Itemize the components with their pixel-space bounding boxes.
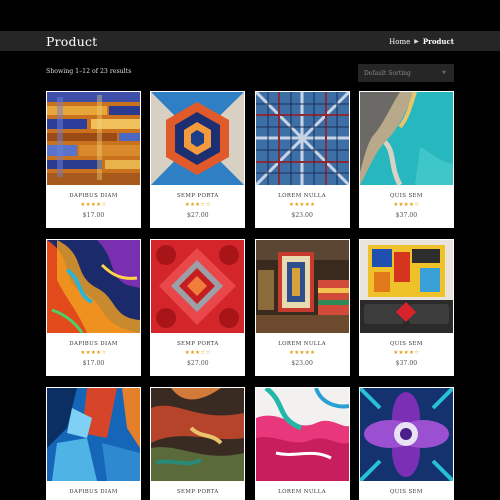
- product-image[interactable]: [255, 388, 349, 481]
- product-card[interactable]: LOREM NULLA ★★★★★ $23.00: [254, 91, 350, 228]
- product-name[interactable]: DAPIBUS DIAM: [46, 193, 141, 199]
- product-image[interactable]: [255, 92, 349, 185]
- product-card[interactable]: DAPIBUS DIAM ★★★★☆ $17.00: [46, 91, 141, 228]
- sort-select-value: Default Sorting: [364, 69, 411, 77]
- product-name[interactable]: DAPIBUS DIAM: [46, 341, 141, 347]
- sort-select[interactable]: Default Sorting ▼: [358, 64, 454, 82]
- product-name[interactable]: SEMP PORTA: [150, 193, 245, 199]
- product-price: $23.00: [291, 212, 313, 219]
- product-price: $27.00: [186, 360, 209, 367]
- product-price: $37.00: [395, 360, 418, 367]
- star-rating-icon: ★★★★★: [289, 202, 316, 208]
- product-card[interactable]: SEMP PORTA ★★★☆☆ $27.00: [150, 91, 246, 228]
- product-image[interactable]: [255, 240, 349, 333]
- star-rating-icon: ★★★★☆: [80, 202, 107, 208]
- breadcrumb: Home ▶ Product: [389, 37, 454, 46]
- star-rating-icon: ★★★★★: [289, 350, 316, 356]
- product-image[interactable]: [47, 388, 140, 481]
- product-image[interactable]: [47, 92, 140, 185]
- product-image[interactable]: [359, 240, 453, 333]
- product-price: $17.00: [82, 212, 105, 219]
- product-name[interactable]: SEMP PORTA: [150, 489, 245, 495]
- product-card[interactable]: SEMP PORTA ★★★☆☆ $27.00: [150, 239, 246, 376]
- product-image[interactable]: [359, 92, 453, 185]
- star-rating-icon: ★★★☆☆: [184, 350, 211, 356]
- chevron-down-icon: ▼: [442, 70, 446, 76]
- product-card[interactable]: DAPIBUS DIAM: [46, 387, 141, 500]
- product-card[interactable]: QUIS SEM ★★★★☆ $37.00: [358, 91, 454, 228]
- product-grid: DAPIBUS DIAM ★★★★☆ $17.00 SEMP PORTA ★★★…: [46, 91, 454, 500]
- product-name[interactable]: QUIS SEM: [359, 341, 454, 347]
- product-card[interactable]: LOREM NULLA: [254, 387, 350, 500]
- breadcrumb-current: Product: [422, 37, 454, 46]
- star-rating-icon: ★★★★☆: [80, 350, 107, 356]
- product-name[interactable]: LOREM NULLA: [255, 489, 350, 495]
- product-image[interactable]: [359, 388, 453, 481]
- breadcrumb-separator-icon: ▶: [414, 38, 419, 45]
- page-title: Product: [46, 34, 98, 49]
- product-card[interactable]: LOREM NULLA ★★★★★ $23.00: [254, 239, 350, 376]
- product-image[interactable]: [47, 240, 140, 333]
- breadcrumb-home-link[interactable]: Home: [389, 38, 410, 46]
- product-name[interactable]: LOREM NULLA: [255, 193, 350, 199]
- product-price: $27.00: [186, 212, 209, 219]
- product-image[interactable]: [151, 240, 245, 333]
- product-price: $17.00: [82, 360, 105, 367]
- product-name[interactable]: QUIS SEM: [359, 193, 454, 199]
- product-card[interactable]: SEMP PORTA: [150, 387, 246, 500]
- product-name[interactable]: SEMP PORTA: [150, 341, 245, 347]
- product-name[interactable]: LOREM NULLA: [255, 341, 350, 347]
- product-card[interactable]: QUIS SEM ★★★★☆ $37.00: [358, 239, 454, 376]
- star-rating-icon: ★★★★☆: [393, 350, 420, 356]
- product-image[interactable]: [151, 92, 245, 185]
- product-image[interactable]: [151, 388, 245, 481]
- star-rating-icon: ★★★★☆: [393, 202, 420, 208]
- result-count: Showing 1–12 of 23 results: [46, 68, 132, 75]
- product-name[interactable]: DAPIBUS DIAM: [46, 489, 141, 495]
- star-rating-icon: ★★★☆☆: [184, 202, 211, 208]
- product-price: $23.00: [291, 360, 313, 367]
- product-card[interactable]: DAPIBUS DIAM ★★★★☆ $17.00: [46, 239, 141, 376]
- product-name[interactable]: QUIS SEM: [359, 489, 454, 495]
- product-price: $37.00: [395, 212, 418, 219]
- product-card[interactable]: QUIS SEM: [358, 387, 454, 500]
